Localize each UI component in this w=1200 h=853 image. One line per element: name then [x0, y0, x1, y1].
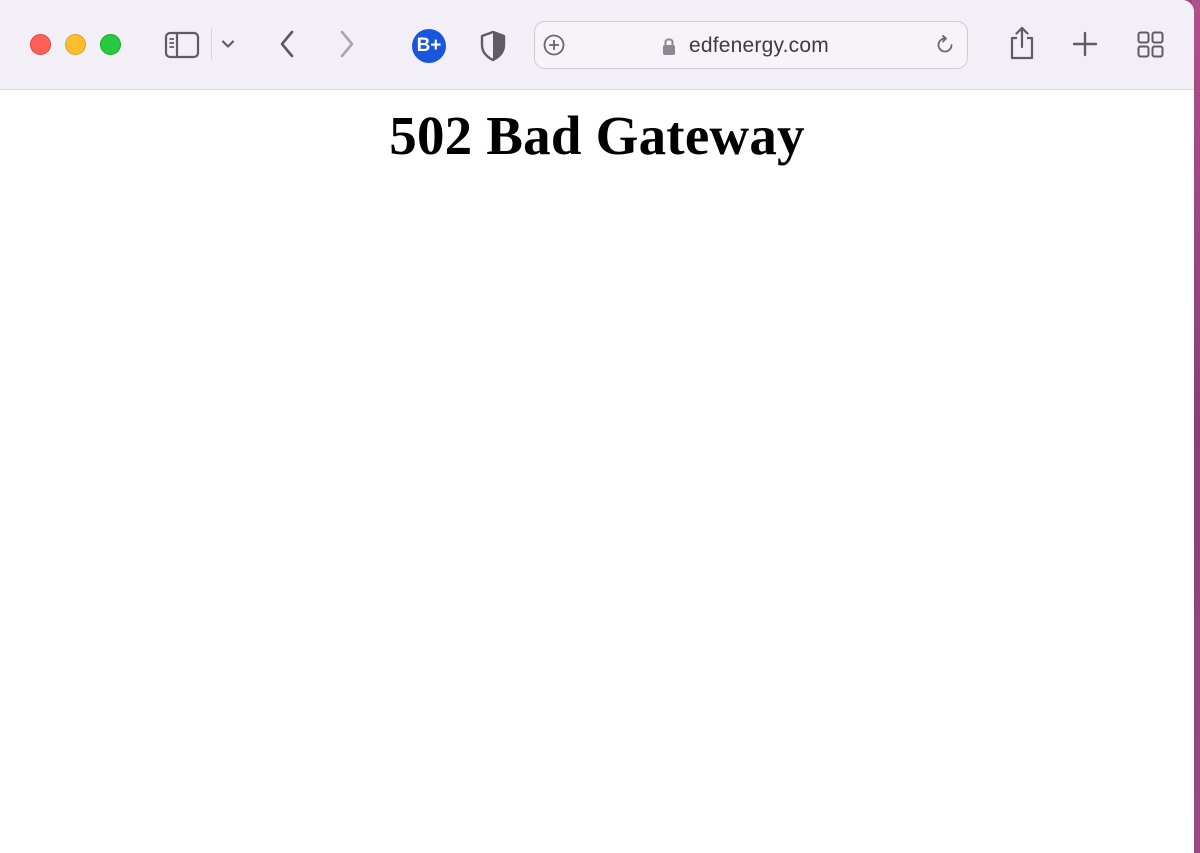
- privacy-shield-icon[interactable]: [478, 29, 508, 63]
- extension-button[interactable]: B+: [412, 29, 446, 63]
- sidebar-icon[interactable]: [164, 30, 200, 60]
- address-bar[interactable]: edfenergy.com: [534, 21, 968, 69]
- share-icon[interactable]: [1006, 24, 1038, 62]
- back-arrow-icon[interactable]: [274, 28, 300, 60]
- chevron-down-icon[interactable]: [219, 36, 237, 52]
- close-window-icon[interactable]: [30, 34, 51, 55]
- tab-overview-grid-icon[interactable]: [1136, 30, 1164, 58]
- zoom-window-icon[interactable]: [100, 34, 121, 55]
- browser-window: B+ edfenergy.com 502 Bad Gateway: [0, 0, 1194, 853]
- page-title: 502 Bad Gateway: [389, 105, 805, 166]
- add-plus-circle-icon[interactable]: [542, 33, 566, 57]
- page-content: 502 Bad Gateway: [0, 91, 1194, 853]
- browser-toolbar: B+ edfenergy.com: [0, 0, 1194, 90]
- forward-arrow-icon[interactable]: [334, 28, 360, 60]
- lock-icon: [661, 35, 677, 57]
- new-tab-plus-icon[interactable]: [1071, 30, 1099, 58]
- reload-icon[interactable]: [933, 33, 957, 57]
- url-text[interactable]: edfenergy.com: [689, 34, 829, 58]
- toolbar-divider: [211, 28, 212, 60]
- minimize-window-icon[interactable]: [65, 34, 86, 55]
